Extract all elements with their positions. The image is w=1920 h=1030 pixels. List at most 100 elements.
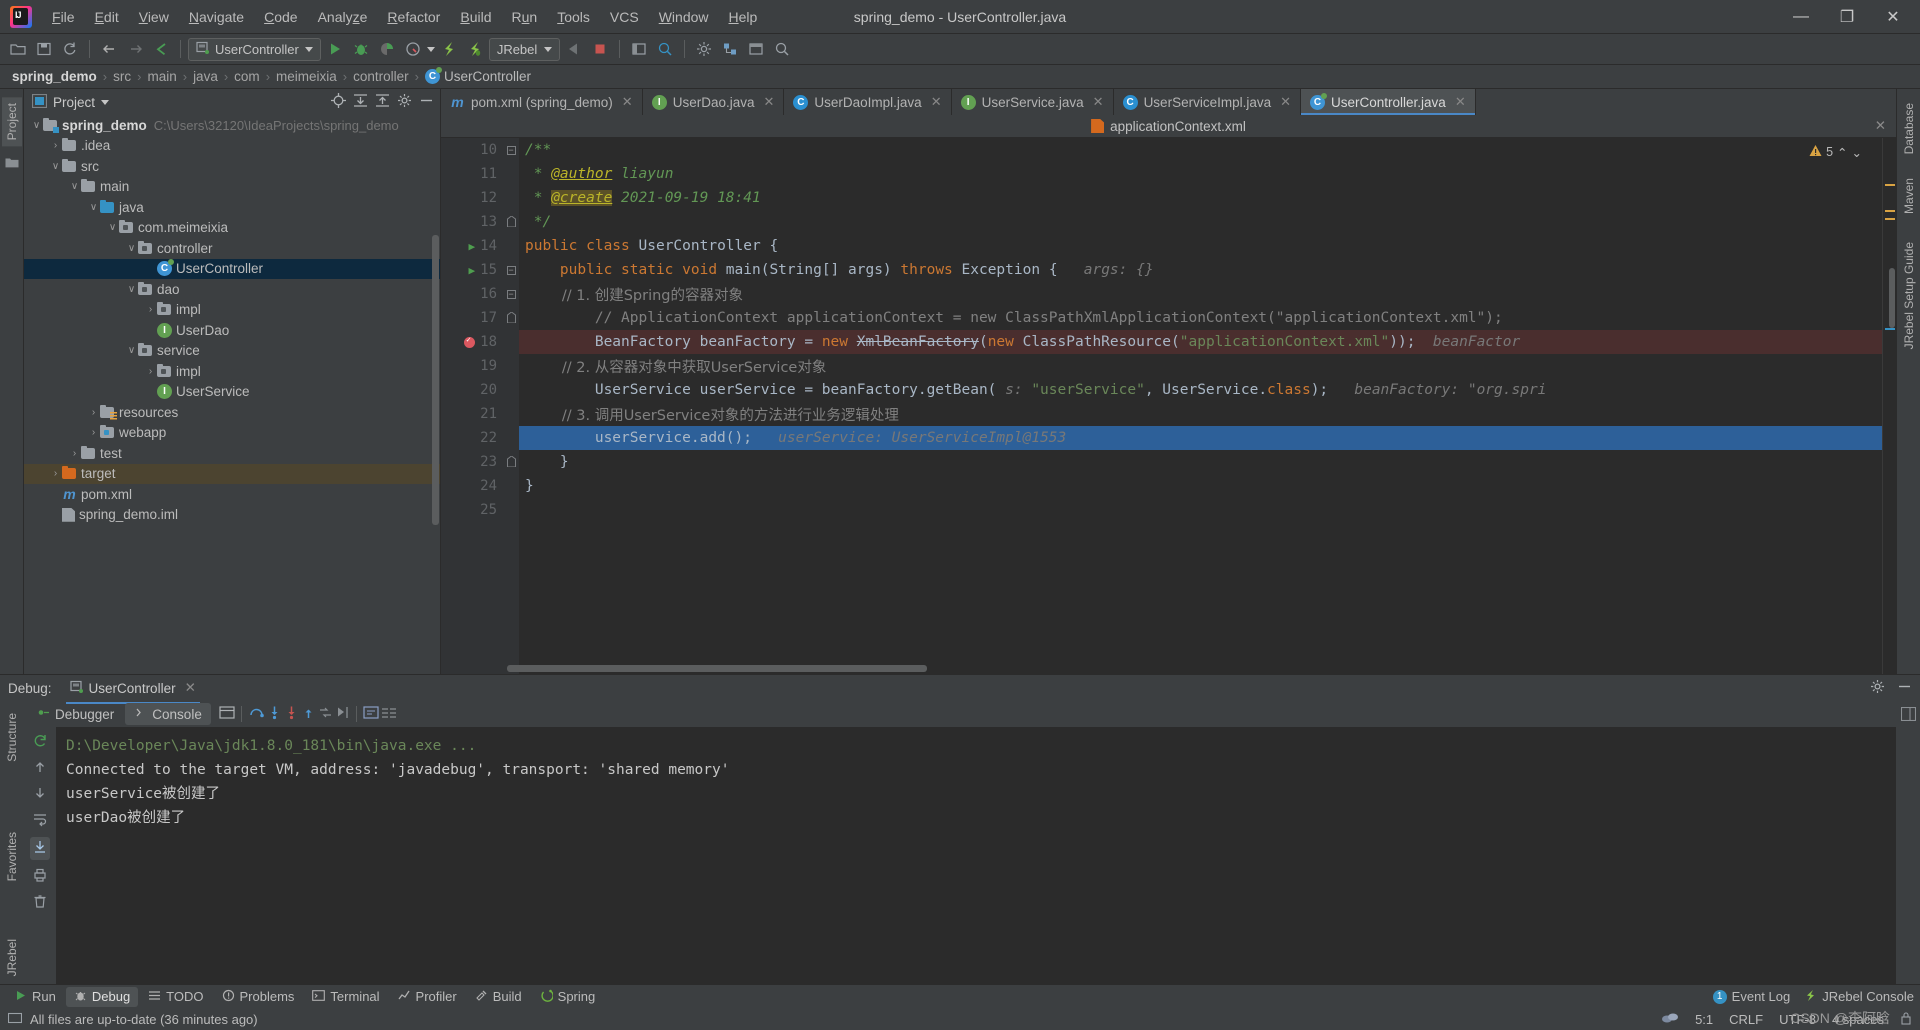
tool-window-tab-project[interactable]: Project [1,97,22,147]
chevron-down-icon[interactable]: ∨ [125,345,138,356]
chevron-down-icon[interactable]: ∨ [68,181,81,192]
rerun-icon[interactable] [32,733,48,752]
tree-node-spring-demo[interactable]: ∨ spring_demo C:\Users\32120\IdeaProjects\… [24,115,440,136]
breadcrumb-item-3[interactable]: java [189,69,222,84]
spring-context-bar[interactable]: applicationContext.xml ✕ [441,115,1896,138]
line-number[interactable]: 23 [441,450,503,474]
fold-marker[interactable] [503,378,519,402]
soft-wrap-icon[interactable] [32,811,48,830]
code-line[interactable]: } [519,450,1882,474]
code-line[interactable]: * @create 2021-09-19 18:41 [519,186,1882,210]
tool-window-tab-structure[interactable]: Structure [2,707,22,768]
fold-end-icon[interactable] [506,310,516,326]
tool-window-tab-maven[interactable]: Maven [1899,172,1919,220]
scroll-to-end-icon[interactable] [30,837,50,860]
run-gutter-icon[interactable]: ▶ [469,264,476,277]
menu-code[interactable]: Code [254,4,307,30]
bottom-tab-terminal[interactable]: Terminal [304,987,387,1007]
debug-right-strip[interactable] [1896,701,1920,984]
menu-file[interactable]: File [42,4,85,30]
tree-node-userservice[interactable]: I UserService [24,382,440,403]
split-view-icon[interactable] [1900,706,1916,724]
tool-window-tab-jrebel[interactable]: JRebel [2,933,22,982]
fold-marker[interactable] [503,354,519,378]
tree-node-dao[interactable]: ∨ dao [24,279,440,300]
chevron-right-icon[interactable]: › [144,366,157,377]
project-tree[interactable]: ∨ spring_demo C:\Users\32120\IdeaProjects\… [24,115,440,674]
menu-view[interactable]: View [129,4,179,30]
line-number[interactable]: ▶ 15 [441,258,503,282]
menu-tools[interactable]: Tools [547,4,600,30]
inspection-status[interactable]: 5 ⌃ ⌄ [1809,144,1862,160]
search-everywhere-icon[interactable] [653,37,677,61]
breadcrumb-item-4[interactable]: com [230,69,264,84]
editor-tab-userservice-java[interactable]: I UserService.java ✕ [952,89,1114,115]
breadcrumb-item-2[interactable]: main [143,69,180,84]
fold-collapse-icon[interactable]: − [506,289,516,299]
right-tool-strip[interactable]: Database Maven JRebel Setup Guide [1896,89,1920,674]
force-step-into-icon[interactable] [284,705,299,723]
chevron-down-icon[interactable] [304,46,313,52]
locate-file-icon[interactable] [331,93,346,111]
tree-scrollbar[interactable] [432,235,439,525]
menu-edit[interactable]: Edit [85,4,129,30]
breakpoint-icon[interactable] [464,335,476,348]
breadcrumb-item-0[interactable]: spring_demo [8,69,101,84]
debug-session-tab[interactable]: UserController ✕ [62,677,204,704]
menu-navigate[interactable]: Navigate [179,4,254,30]
line-number[interactable]: 17 [441,306,503,330]
chevron-up-icon[interactable]: ⌃ [1837,145,1847,160]
fold-marker[interactable]: − [503,282,519,306]
fold-end-icon[interactable] [506,454,516,470]
tree-node-webapp[interactable]: › webapp [24,423,440,444]
fold-gutter[interactable]: − − − [503,138,519,674]
run-gutter-icon[interactable]: ▶ [469,240,476,253]
tree-node-target[interactable]: › target [24,463,440,484]
debug-left-strip[interactable]: Structure Favorites JRebel » [0,701,24,1009]
line-number[interactable]: ▶ 14 [441,234,503,258]
tree-node-test[interactable]: › test [24,443,440,464]
search-icon[interactable] [770,37,794,61]
code-line[interactable]: * @author liayun [519,162,1882,186]
minimize-button[interactable]: — [1778,0,1824,34]
chevron-down-icon[interactable]: ∨ [49,161,62,172]
code-line[interactable]: public static void main(String[] args) t… [519,258,1882,282]
tree-node-main[interactable]: ∨ main [24,177,440,198]
editor-tab-userdaoimpl-java[interactable]: C UserDaoImpl.java ✕ [784,89,952,115]
fold-marker[interactable] [503,402,519,426]
jrebel-debug-icon[interactable] [463,37,487,61]
editor-tab-pom-xml--spring-demo-[interactable]: m pom.xml (spring_demo) ✕ [441,89,643,115]
step-into-icon[interactable] [267,705,282,723]
structure-icon[interactable] [718,37,742,61]
menu-build[interactable]: Build [450,4,501,30]
tool-window-tab-database[interactable]: Database [1899,97,1919,160]
scroll-up-icon[interactable] [32,759,48,778]
bottom-tab-todo[interactable]: TODO [140,987,211,1007]
line-number-gutter[interactable]: 10 11 12 13 ▶ 14 ▶ 15 16 17 18 19 20 21 22 23 24 25 [441,138,503,674]
chevron-right-icon[interactable]: › [87,407,100,418]
breadcrumb-item-5[interactable]: meimeixia [272,69,341,84]
expand-all-icon[interactable] [353,93,368,111]
tree-node-impl[interactable]: › impl [24,361,440,382]
jrebel-console-button[interactable]: JRebel Console [1804,989,1914,1005]
line-number[interactable]: 10 [441,138,503,162]
chevron-down-icon[interactable]: ∨ [106,222,119,233]
forward-icon[interactable] [123,37,147,61]
fold-end-icon[interactable] [506,214,516,230]
code-line[interactable]: } [519,474,1882,498]
line-number[interactable]: 13 [441,210,503,234]
editor-tabs[interactable]: m pom.xml (spring_demo) ✕ I UserDao.java ✕ C Us… [441,89,1896,115]
menu-analyze[interactable]: Analyze [308,4,378,30]
stop-icon[interactable] [588,37,612,61]
editor-tab-userdao-java[interactable]: I UserDao.java ✕ [643,89,785,115]
code-line[interactable]: /** [519,138,1882,162]
close-icon[interactable]: ✕ [931,94,942,110]
menu-window[interactable]: Window [649,4,719,30]
editor-tab-userserviceimpl-java[interactable]: C UserServiceImpl.java ✕ [1114,89,1302,115]
bottom-tab-spring[interactable]: Spring [532,987,604,1007]
bottom-tab-problems[interactable]: Problems [214,987,303,1007]
chevron-right-icon[interactable]: › [68,448,81,459]
tab-console[interactable]: Console [125,703,211,725]
step-out-icon[interactable] [301,705,316,723]
vertical-scrollbar[interactable] [1889,268,1895,328]
